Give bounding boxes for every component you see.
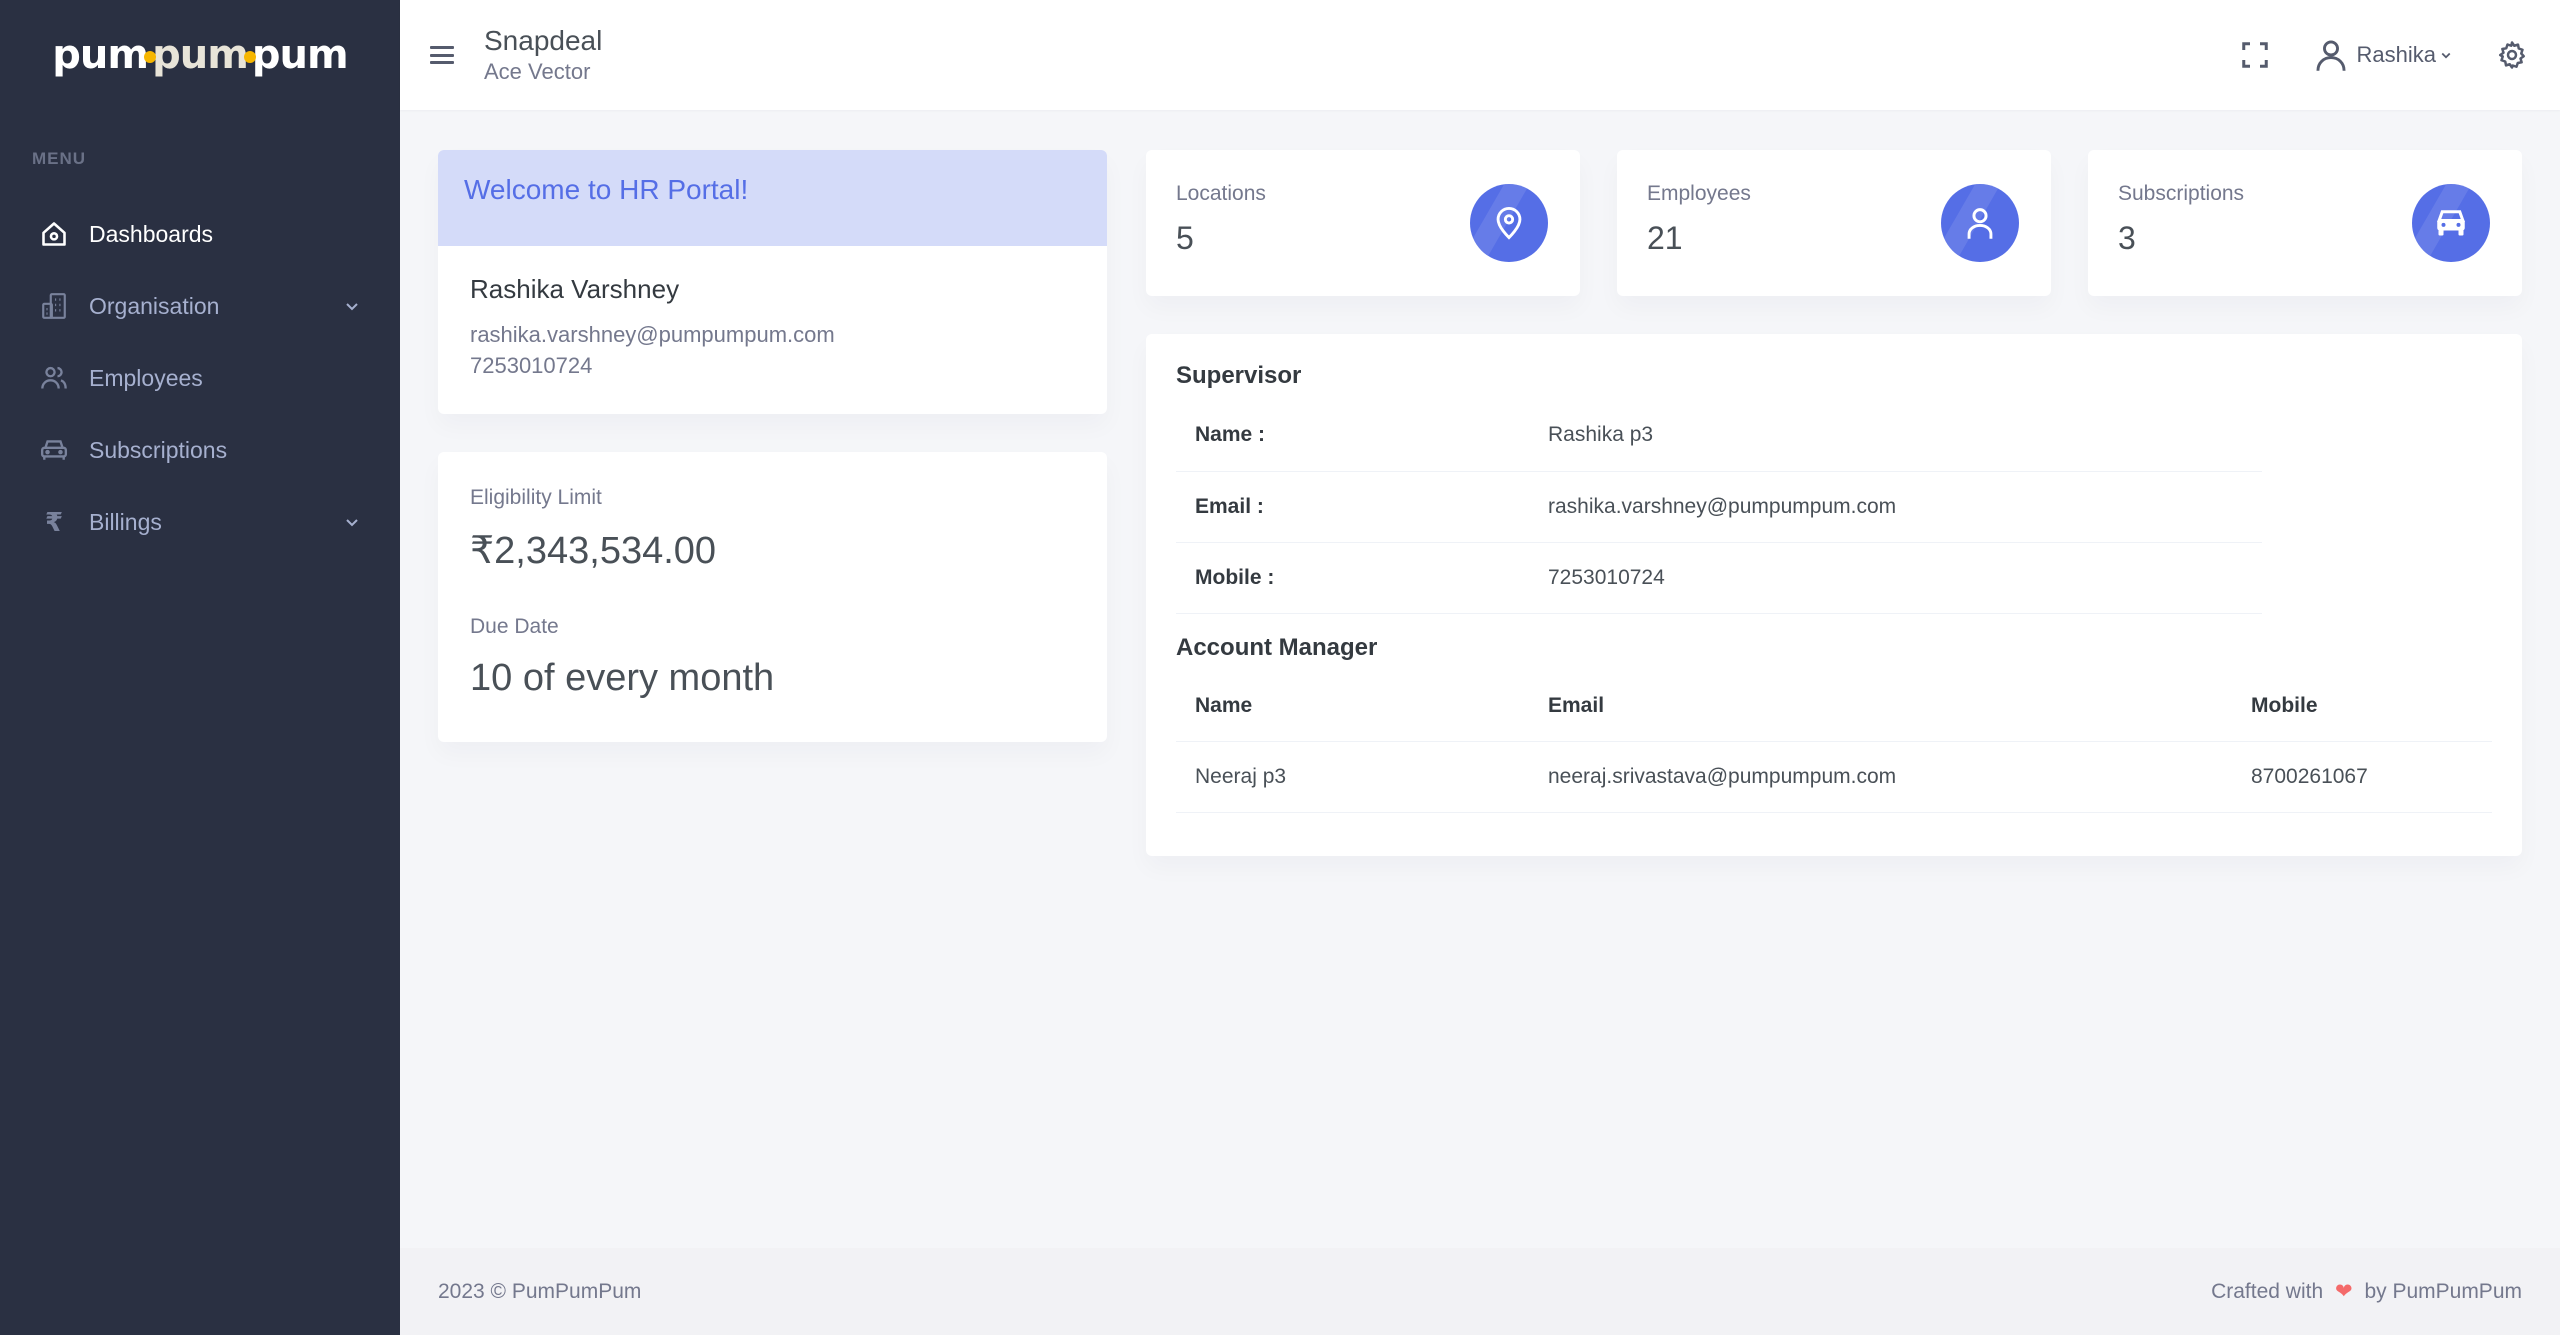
sidebar-item-label: Subscriptions [89,436,228,463]
table-row: Email : rashika.varshney@pumpumpum.com [1176,471,2262,543]
logo-text: pum [152,32,249,78]
user-icon [2316,40,2346,71]
due-date-value: 10 of every month [470,657,775,699]
sidebar-item-organisation[interactable]: Organisation [0,270,400,342]
welcome-card: Welcome to HR Portal! Rashika Varshney r… [438,150,1107,414]
brand-logo[interactable]: pum pum pum [0,0,400,110]
account-manager-title: Account Manager [1176,633,1378,661]
account-manager-table: Name Email Mobile Neeraj p3 neeraj.sriva… [1176,671,2492,813]
table-row: Mobile : 7253010724 [1176,542,2262,614]
heart-icon: ❤ [2334,1280,2353,1303]
logo-dot [243,51,256,63]
table-row: Neeraj p3 neeraj.srivastava@pumpumpum.co… [1176,741,2492,813]
account-manager-name: Neeraj p3 [1176,741,1529,813]
table-header-row: Name Email Mobile [1176,671,2492,742]
chevron-down-icon [346,303,358,311]
column-header-name: Name [1176,671,1529,742]
stat-card-locations: Locations 5 [1146,150,1580,296]
supervisor-title: Supervisor [1176,362,1302,389]
company-name: Snapdeal [484,24,603,56]
sidebar-menu: Dashboards Organisation Employees Subscr… [0,198,400,558]
column-header-mobile: Mobile [2232,671,2492,742]
column-header-email: Email [1529,671,2232,742]
sidebar-item-dashboards[interactable]: Dashboards [0,198,400,270]
footer-credit-prefix: Crafted with [2211,1280,2324,1303]
supervisor-name-value: Rashika p3 [1529,400,2262,472]
account-manager-mobile: 8700261067 [2232,741,2492,813]
table-row: Name : Rashika p3 [1176,400,2262,472]
user-icon [1941,184,2019,262]
contacts-card: Supervisor Name : Rashika p3 Email : ras… [1146,334,2522,856]
supervisor-table: Name : Rashika p3 Email : rashika.varshn… [1176,400,2262,614]
car-icon [40,436,68,464]
welcome-title: Welcome to HR Portal! [464,174,749,205]
users-icon [40,364,68,392]
sidebar-item-label: Dashboards [89,220,214,247]
user-menu-button[interactable]: Rashika [2315,38,2452,72]
sidebar-item-label: Billings [89,508,162,535]
logo-text: pum [251,32,349,78]
welcome-body: Rashika Varshney rashika.varshney@pumpum… [438,246,1107,409]
logo-text: pum [52,32,149,78]
footer-credit-suffix: by PumPumPum [2364,1280,2522,1303]
profile-phone: 7253010724 [470,353,593,378]
settings-gear-icon[interactable] [2496,39,2528,71]
profile-name: Rashika Varshney [470,274,680,304]
sidebar-item-billings[interactable]: ₹ Billings [0,486,400,558]
chevron-down-icon [2441,52,2451,59]
rupee-icon: ₹ [44,506,64,537]
home-icon [40,220,68,248]
sidebar-item-label: Employees [89,364,203,391]
fullscreen-icon[interactable] [2239,39,2271,71]
sidebar-item-label: Organisation [89,292,220,319]
profile-email: rashika.varshney@pumpumpum.com [470,322,835,347]
eligibility-limit-label: Eligibility Limit [470,486,602,509]
company-subtitle: Ace Vector [484,58,591,84]
account-manager-email: neeraj.srivastava@pumpumpum.com [1529,741,2232,813]
supervisor-mobile-label: Mobile : [1176,542,1529,614]
company-info: Snapdeal Ace Vector [484,24,602,86]
user-name: Rashika [2356,42,2436,67]
welcome-banner: Welcome to HR Portal! [438,150,1107,246]
supervisor-email-value: rashika.varshney@pumpumpum.com [1529,471,2262,543]
car-icon [2412,184,2490,262]
chevron-down-icon [346,519,358,527]
sidebar-item-employees[interactable]: Employees [0,342,400,414]
building-icon [40,292,68,320]
stat-card-subscriptions: Subscriptions 3 [2088,150,2522,296]
due-date-label: Due Date [470,615,559,638]
footer: 2023 © PumPumPum Crafted with ❤ by PumPu… [400,1248,2560,1335]
logo-dot [144,51,157,63]
footer-credit: Crafted with ❤ by PumPumPum [2211,1279,2522,1304]
eligibility-card: Eligibility Limit ₹2,343,534.00 Due Date… [438,452,1107,742]
sidebar-item-subscriptions[interactable]: Subscriptions [0,414,400,486]
footer-copyright: 2023 © PumPumPum [438,1279,642,1303]
sidebar: pum pum pum MENU Dashboards Organisation E… [0,0,400,1335]
supervisor-email-label: Email : [1176,471,1529,543]
top-header: Snapdeal Ace Vector Rashika [400,0,2560,110]
header-actions: Rashika [2239,0,2560,110]
stat-card-employees: Employees 21 [1617,150,2051,296]
eligibility-limit-value: ₹2,343,534.00 [470,530,717,572]
map-pin-icon [1470,184,1548,262]
supervisor-name-label: Name : [1176,400,1529,472]
supervisor-mobile-value: 7253010724 [1529,542,2262,614]
menu-toggle-icon[interactable] [430,44,454,66]
